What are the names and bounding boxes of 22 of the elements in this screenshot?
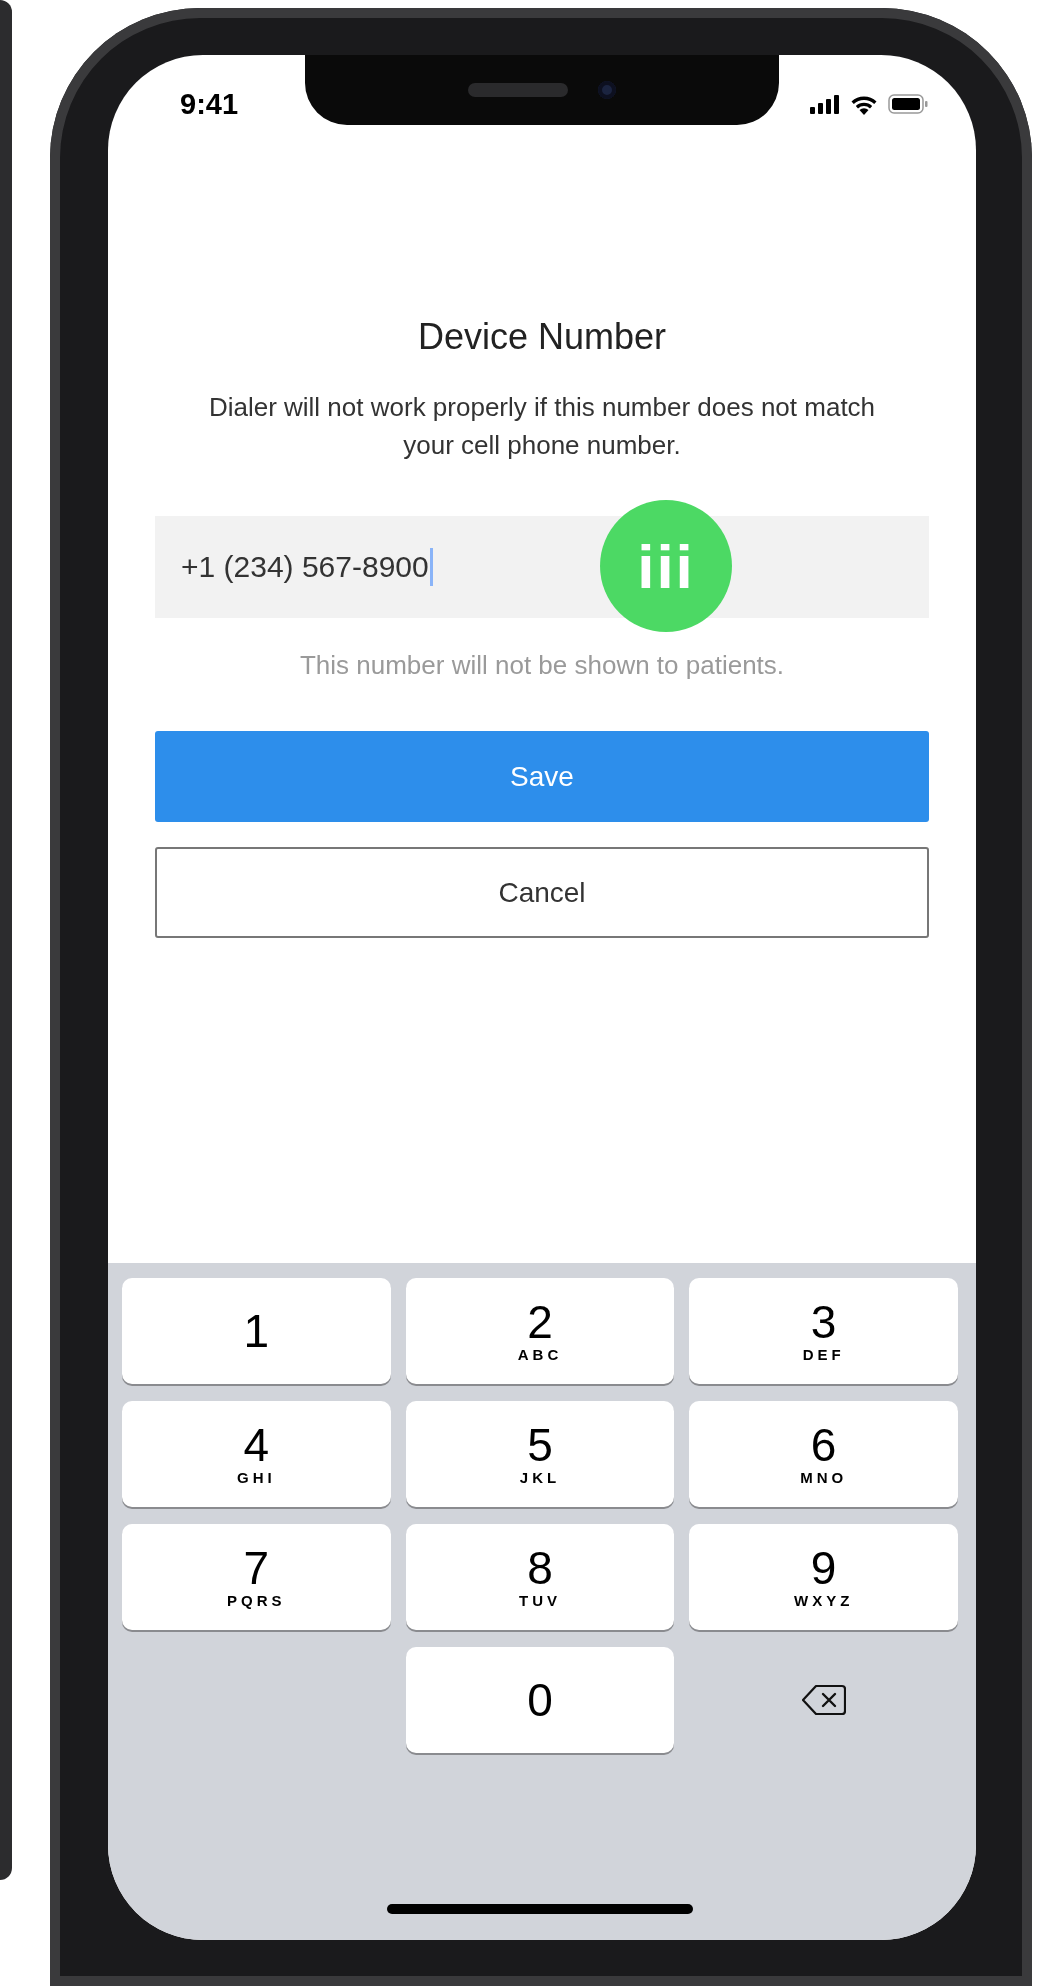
- description-text: Dialer will not work properly if this number does not match your cell phone number.: [207, 391, 877, 462]
- keypad-key[interactable]: 8 TUV: [405, 1524, 675, 1630]
- annotation-badge: iii: [600, 500, 732, 632]
- keypad-key[interactable]: 6 MNO: [689, 1401, 958, 1507]
- hint-text: This number will not be shown to patients.: [298, 649, 786, 682]
- keypad-key[interactable]: 4 GHI: [122, 1401, 391, 1507]
- battery-icon: [888, 94, 928, 114]
- signal-icon: [810, 94, 840, 114]
- camera-icon: [598, 81, 616, 99]
- speaker-icon: [468, 83, 568, 97]
- wifi-icon: [850, 93, 878, 115]
- keypad-key[interactable]: 7 PQRS: [122, 1524, 391, 1630]
- keypad-key[interactable]: 1: [122, 1278, 391, 1384]
- keypad-key[interactable]: 9 WXYZ: [689, 1524, 958, 1630]
- cancel-button[interactable]: Cancel: [155, 847, 929, 938]
- status-time: 9:41: [180, 87, 239, 121]
- keypad-key[interactable]: 2 ABC: [405, 1278, 675, 1384]
- keypad-key[interactable]: 3 DEF: [689, 1278, 958, 1384]
- keypad-key[interactable]: 0: [405, 1647, 675, 1753]
- page-title: Device Number: [416, 315, 668, 359]
- keypad-key[interactable]: 5 JKL: [405, 1401, 675, 1507]
- backspace-icon[interactable]: [801, 1684, 846, 1716]
